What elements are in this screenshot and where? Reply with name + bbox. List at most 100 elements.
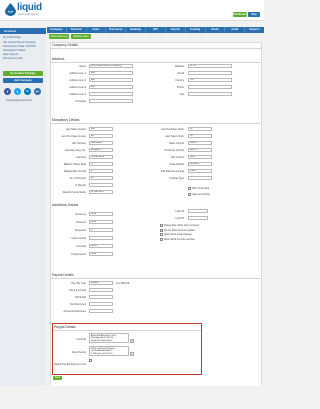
vat-control-label: VAT Control bbox=[170, 156, 184, 159]
twitter-icon[interactable]: t bbox=[14, 88, 21, 95]
sidebar-link-subscription-code[interactable]: Subscription Code: XXXXXX bbox=[3, 45, 36, 48]
is-weekly-input[interactable] bbox=[89, 183, 113, 187]
divider bbox=[50, 48, 262, 49]
discount-input[interactable]: 2341 bbox=[89, 220, 113, 224]
googleplus-icon[interactable]: g+ bbox=[34, 88, 41, 95]
no-of-periods-label: No. Of Periods bbox=[69, 177, 86, 180]
nav-reports[interactable]: Reports bbox=[245, 27, 264, 33]
facebook-icon[interactable]: f bbox=[4, 88, 11, 95]
default-bank-input[interactable]: BANK01 bbox=[188, 162, 212, 166]
nav-purchases[interactable]: Purchases bbox=[106, 27, 127, 33]
accruals-input[interactable]: CR05 bbox=[89, 244, 113, 248]
address-line4-label: Address Line 4 bbox=[69, 93, 86, 96]
allow-stock-lot-code-override-checkbox[interactable] bbox=[160, 237, 163, 241]
address-section-title: Address bbox=[52, 57, 65, 61]
pay-tax-year-input[interactable]: 2016/17 bbox=[89, 281, 113, 285]
add-company-button[interactable]: Add Company bbox=[3, 78, 43, 83]
name-input[interactable]: test Limited (Demo Company) bbox=[89, 64, 133, 68]
accruals-label: Accruals bbox=[76, 245, 86, 248]
new-audit-log-button[interactable]: New Audit Log bbox=[49, 34, 69, 39]
client-secret-textarea[interactable]: EFk2LmQ9xPz4Rt7WvB1n YcH8sJd3Kg6Nu0Ao5Ti… bbox=[89, 346, 129, 356]
client-id-resize-icon[interactable] bbox=[130, 339, 134, 343]
reserves-input[interactable]: 3210 bbox=[89, 212, 113, 216]
client-id-textarea[interactable]: AbGw3rFHB8mxK0LpT4cXy Rf9zNqEwA2sD7vBn1Q… bbox=[89, 333, 129, 343]
nat-ins-input[interactable] bbox=[89, 288, 113, 292]
last-sales-invoice-input[interactable]: 100 bbox=[89, 127, 113, 131]
address-line4-input[interactable] bbox=[89, 92, 133, 96]
vat-control-input[interactable]: 2200 bbox=[188, 155, 212, 159]
website-url[interactable]: www.liquidaccounts.com bbox=[6, 99, 32, 102]
lock-id-label-2: Lock ID bbox=[175, 217, 184, 220]
fifo-checkbox[interactable] bbox=[188, 187, 191, 190]
stakeholders-funds-input[interactable]: 0 bbox=[89, 169, 113, 173]
company-reg-no-input[interactable]: abc@123 bbox=[89, 148, 113, 152]
cash-control-input[interactable] bbox=[89, 236, 113, 240]
phone-label: Phone bbox=[176, 86, 184, 89]
nav-banking[interactable]: Banking bbox=[126, 27, 147, 33]
costing-type-input[interactable] bbox=[188, 176, 212, 180]
dashboard-button[interactable]: Dashboard bbox=[233, 12, 247, 17]
lock-id-input[interactable] bbox=[188, 209, 208, 213]
accounts-reference-input[interactable] bbox=[89, 309, 113, 313]
country-select[interactable]: U.K. bbox=[188, 78, 232, 82]
address-line3-input[interactable]: test bbox=[89, 85, 133, 89]
backup-data-button[interactable]: Backup Data bbox=[71, 34, 91, 39]
name-label: Name bbox=[79, 65, 86, 68]
ifm-rate-accounting-input[interactable]: 0.000 bbox=[188, 169, 212, 173]
nav-payroll[interactable]: Payroll bbox=[166, 27, 186, 33]
allow-stock-code-change-checkbox[interactable] bbox=[160, 233, 163, 236]
email-input[interactable] bbox=[188, 71, 232, 75]
purchase-control-input[interactable]: CRCTL bbox=[188, 148, 212, 152]
vat-number-input[interactable]: GB246280 bbox=[89, 141, 113, 145]
sales-control-input[interactable]: CRCTL bbox=[188, 141, 212, 145]
pay-tax-year-label: Pay Tax Year bbox=[71, 282, 86, 285]
address-line1-input[interactable]: test bbox=[89, 71, 133, 75]
paye-ref-input[interactable] bbox=[89, 295, 113, 299]
website-label: Website bbox=[175, 65, 184, 68]
save-button[interactable]: Save bbox=[53, 376, 62, 380]
lock-id-label: Lock ID bbox=[175, 210, 184, 213]
last-purchase-invoice-input[interactable]: 99 bbox=[89, 134, 113, 138]
tax-reference-label: Tax Reference bbox=[69, 303, 86, 306]
nav-sales[interactable]: Sales bbox=[87, 27, 107, 33]
sidebar-link-subscription-status[interactable]: Subscription Status bbox=[3, 49, 25, 52]
address-line2-input[interactable]: test bbox=[89, 78, 133, 82]
sidebar-link-permissions[interactable]: Permissions (All) bbox=[3, 57, 22, 60]
tax-reference-input[interactable] bbox=[89, 302, 113, 306]
mandatory-section-title: Mandatory Details bbox=[52, 118, 80, 122]
email-label: Email bbox=[177, 72, 184, 75]
paypal-section-title: Paypal Details bbox=[54, 325, 76, 329]
do-not-allow-account-update-checkbox[interactable] bbox=[160, 228, 163, 232]
prepayments-input[interactable]: 3264 bbox=[89, 252, 113, 256]
balance-sheet-start-input[interactable]: 0 bbox=[89, 162, 113, 166]
nav-costing[interactable]: Costing bbox=[186, 27, 206, 33]
sidebar-link-demo-company[interactable]: Get Limited Demo Company bbox=[3, 41, 36, 44]
weekly-period-starts-input[interactable]: 01 Jan 2015 bbox=[89, 190, 113, 194]
another-package-button[interactable]: Go Another Package bbox=[3, 71, 43, 76]
address-line3-label: Address Line 3 bbox=[69, 86, 86, 89]
lock-id-input-2[interactable] bbox=[188, 216, 208, 220]
enable-paypal-checkbox[interactable] bbox=[89, 359, 92, 362]
year-end-input[interactable]: 31 Dec 2015 bbox=[89, 155, 113, 159]
sidebar-link-public-page[interactable]: My Public Page bbox=[3, 36, 21, 39]
postcode-input[interactable] bbox=[89, 99, 133, 103]
help-button[interactable]: Help bbox=[248, 12, 260, 17]
client-secret-resize-icon[interactable] bbox=[130, 352, 134, 356]
phone-input[interactable] bbox=[188, 85, 232, 89]
delete-sale-order-when-invoiced-checkbox[interactable] bbox=[160, 224, 163, 227]
fax-input[interactable] bbox=[188, 92, 232, 96]
last-sales-order-input[interactable]: 33 bbox=[188, 134, 212, 138]
allow-stock-code-change-label: Allow Stock Code Change bbox=[164, 233, 192, 236]
nav-stock[interactable]: Stock bbox=[206, 27, 226, 33]
website-input[interactable]: G.T.S bbox=[188, 64, 232, 68]
suspense-input[interactable]: 9 bbox=[89, 228, 113, 232]
nav-company[interactable]: Company bbox=[47, 27, 67, 33]
nav-vat[interactable]: VAT bbox=[146, 27, 166, 33]
sidebar-link-help-support[interactable]: Help Support bbox=[3, 53, 18, 56]
no-of-periods-input[interactable]: 12 bbox=[89, 176, 113, 180]
last-purchase-order-input[interactable]: 21 bbox=[188, 127, 212, 131]
cash-accounting-checkbox[interactable] bbox=[188, 193, 191, 196]
nav-audit[interactable]: Audit bbox=[225, 27, 246, 33]
nav-nominal[interactable]: Nominal bbox=[67, 27, 87, 33]
linkedin-icon[interactable]: in bbox=[24, 88, 31, 95]
